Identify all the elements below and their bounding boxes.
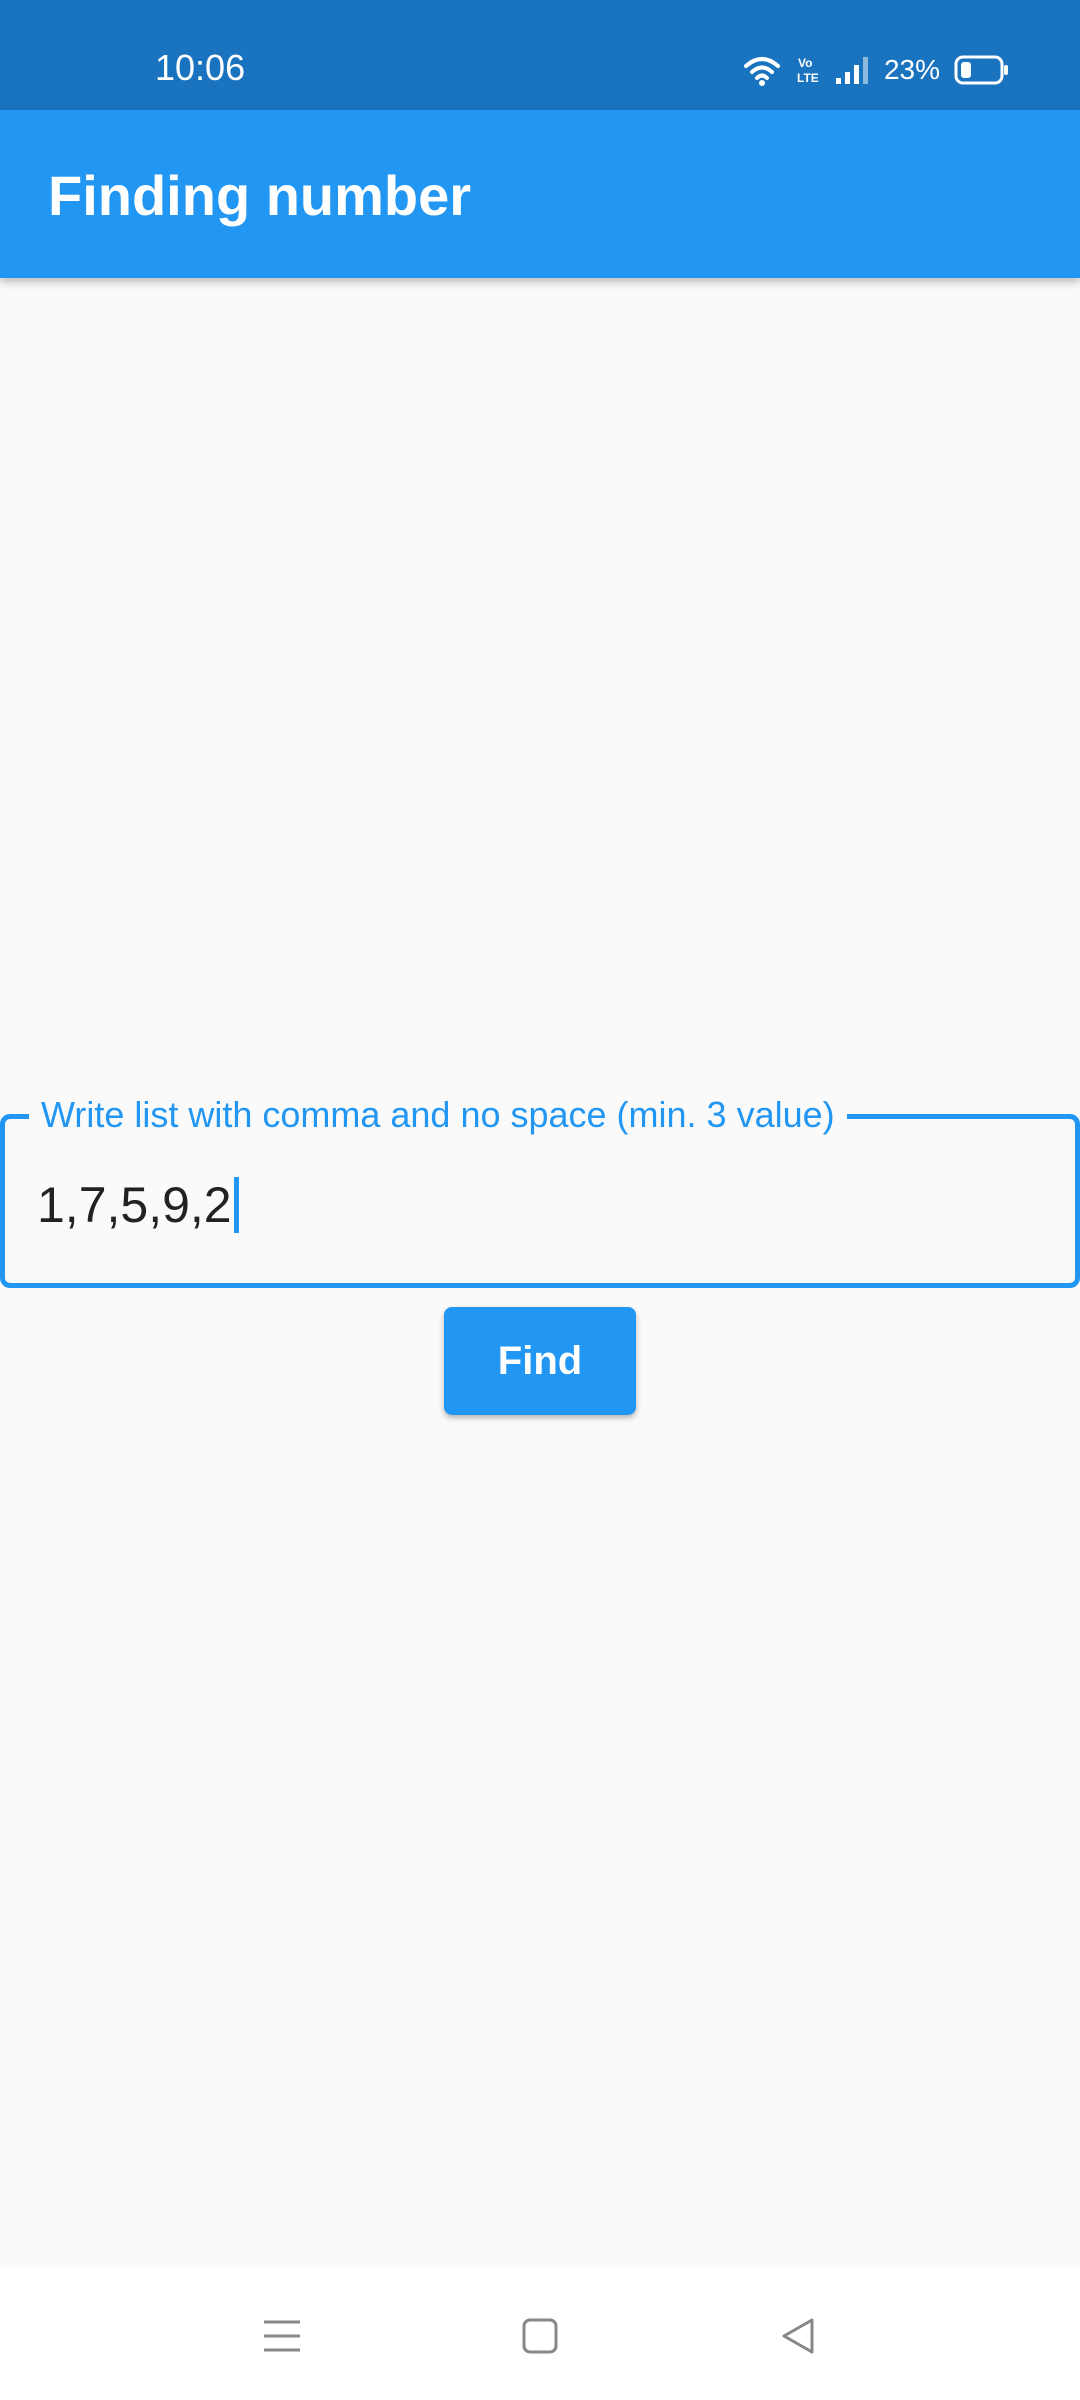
find-button[interactable]: Find bbox=[444, 1307, 636, 1415]
svg-text:LTE: LTE bbox=[797, 71, 819, 85]
number-list-input[interactable]: 1,7,5,9,2 bbox=[37, 1175, 1037, 1235]
status-time: 10:06 bbox=[155, 47, 246, 88]
page-title: Finding number bbox=[48, 164, 472, 227]
navigation-bar bbox=[0, 2268, 1080, 2400]
back-icon[interactable] bbox=[768, 2308, 828, 2364]
status-icons: Vo LTE 23% bbox=[742, 50, 1010, 90]
text-cursor bbox=[233, 1177, 239, 1233]
number-list-value: 1,7,5,9,2 bbox=[37, 1177, 232, 1233]
svg-text:Vo: Vo bbox=[798, 56, 812, 70]
menu-icon[interactable] bbox=[252, 2308, 312, 2364]
app-bar: Finding number bbox=[0, 110, 1080, 278]
main-content: Write list with comma and no space (min.… bbox=[0, 278, 1080, 2268]
volte-icon: Vo LTE bbox=[796, 54, 820, 86]
home-icon[interactable] bbox=[510, 2308, 570, 2364]
number-list-field[interactable]: Write list with comma and no space (min.… bbox=[0, 1091, 1080, 1288]
status-bar: 10:06 Vo LTE 23% bbox=[0, 0, 1080, 110]
wifi-icon bbox=[742, 54, 782, 86]
battery-percentage: 23% bbox=[883, 54, 940, 85]
signal-icon bbox=[834, 54, 870, 86]
battery-icon bbox=[954, 54, 1010, 86]
number-list-label: Write list with comma and no space (min.… bbox=[29, 1091, 847, 1139]
